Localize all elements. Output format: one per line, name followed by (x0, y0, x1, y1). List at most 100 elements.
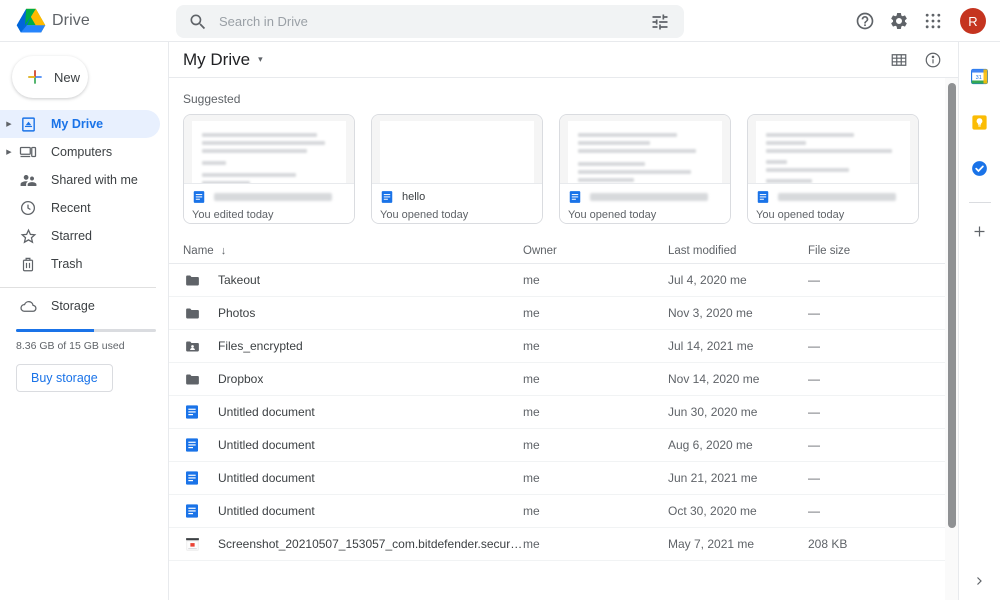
google-calendar-button[interactable]: 31 (964, 60, 996, 92)
gear-icon (891, 12, 907, 29)
settings-button[interactable] (882, 4, 916, 38)
table-row[interactable]: Takeout me Jul 4, 2020 me — (169, 264, 958, 297)
google-calendar-icon: 31 (971, 68, 988, 84)
cell-last-modified: Oct 30, 2020 me (668, 504, 757, 518)
cell-name: Dropbox (183, 370, 523, 388)
google-docs-icon (186, 405, 198, 419)
folder-icon (185, 374, 199, 384)
cloud-icon (18, 296, 38, 316)
google-keep-icon (972, 114, 987, 130)
avatar[interactable]: R (960, 8, 986, 34)
cell-owner: me (523, 306, 540, 320)
card-thumbnail (372, 115, 542, 183)
table-row[interactable]: Photos me Nov 3, 2020 me — (169, 297, 958, 330)
google-drive-window: Drive Search in Drive R New ▶ My Drive ▶… (0, 0, 1000, 600)
sidebar-item-recent[interactable]: Recent (0, 194, 160, 222)
cell-name: Screenshot_20210507_153057_com.bitdefend… (183, 535, 523, 553)
sidebar-item-shared-with-me[interactable]: Shared with me (0, 166, 160, 194)
table-row[interactable]: Untitled document me Jun 30, 2020 me — (169, 396, 958, 429)
main-content: My Drive ▾ Suggested You edited today he… (168, 42, 958, 600)
breadcrumb[interactable]: My Drive (183, 50, 250, 70)
expand-rail-button[interactable] (968, 570, 990, 592)
file-name-label: Untitled document (218, 405, 315, 419)
google-tasks-button[interactable] (964, 152, 996, 184)
vertical-scrollbar[interactable] (945, 78, 958, 600)
column-header-owner[interactable]: Owner (523, 245, 668, 257)
card-title (590, 193, 708, 201)
column-header-name[interactable]: Name ↓ (183, 245, 523, 257)
chevron-down-icon[interactable]: ▾ (258, 54, 263, 65)
top-bar: Drive Search in Drive R (0, 0, 1000, 42)
cell-last-modified: Jun 30, 2020 me (668, 405, 758, 419)
drive-brand-label: Drive (52, 11, 90, 29)
preview-line (766, 160, 788, 164)
suggested-card[interactable]: hello You opened today (371, 114, 543, 224)
table-row[interactable]: Dropbox me Nov 14, 2020 me — (169, 363, 958, 396)
buy-storage-button[interactable]: Buy storage (16, 364, 113, 392)
expand-caret-icon[interactable]: ▶ (0, 148, 18, 156)
card-subtitle: You edited today (192, 209, 274, 221)
folder-icon (185, 308, 199, 318)
card-title (214, 193, 332, 201)
card-footer: You opened today (560, 183, 730, 223)
details-info-button[interactable] (916, 43, 950, 77)
sidebar-item-label: Recent (51, 201, 91, 215)
preview-line (766, 133, 855, 137)
sidebar-item-computers[interactable]: ▶ Computers (0, 138, 160, 166)
google-docs-icon (186, 504, 198, 518)
table-row[interactable]: Files_encrypted me Jul 14, 2021 me — (169, 330, 958, 363)
file-table: Name ↓ Owner Last modified File size Tak… (169, 238, 958, 561)
preview-line (578, 141, 651, 145)
card-footer: hello You opened today (372, 183, 542, 223)
cell-file-size: — (808, 372, 820, 386)
rail-divider (968, 202, 991, 203)
card-title: hello (402, 191, 426, 203)
table-row[interactable]: Screenshot_20210507_153057_com.bitdefend… (169, 528, 958, 561)
cell-file-size: — (808, 504, 820, 518)
file-name-label: Photos (218, 306, 256, 320)
search-input[interactable] (219, 14, 650, 29)
tune-icon[interactable] (650, 12, 670, 32)
sidebar-item-starred[interactable]: Starred (0, 222, 160, 250)
expand-caret-icon[interactable]: ▶ (0, 120, 18, 128)
google-keep-button[interactable] (964, 106, 996, 138)
google-tasks-icon (972, 160, 987, 176)
suggested-card[interactable]: You edited today (183, 114, 355, 224)
suggested-card[interactable]: You opened today (559, 114, 731, 224)
preview-line (578, 170, 691, 174)
column-header-last-modified[interactable]: Last modified (668, 245, 808, 257)
sidebar-item-trash[interactable]: Trash (0, 250, 160, 278)
grid-view-icon (891, 53, 907, 66)
search-icon (190, 14, 206, 29)
computers-icon (18, 142, 38, 162)
sidebar-item-my-drive[interactable]: ▶ My Drive (0, 110, 160, 138)
new-button[interactable]: New (12, 56, 88, 98)
folder-shared-icon (183, 337, 201, 355)
folder-icon (185, 275, 199, 285)
table-row[interactable]: Untitled document me Jun 21, 2021 me — (169, 462, 958, 495)
scrollbar-thumb[interactable] (948, 83, 956, 528)
cell-file-size: — (808, 405, 820, 419)
cell-name: Untitled document (183, 403, 523, 421)
image-icon (183, 535, 201, 553)
add-app-button[interactable] (964, 215, 996, 247)
column-header-name-label: Name (183, 244, 214, 257)
sidebar-item-storage[interactable]: Storage (0, 292, 160, 320)
table-row[interactable]: Untitled document me Oct 30, 2020 me — (169, 495, 958, 528)
sidebar-item-label: My Drive (51, 117, 104, 131)
svg-text:31: 31 (976, 75, 982, 81)
search-bar[interactable] (176, 5, 684, 38)
cell-file-size: — (808, 339, 820, 353)
help-button[interactable] (848, 4, 882, 38)
table-row[interactable]: Untitled document me Aug 6, 2020 me — (169, 429, 958, 462)
drive-brand[interactable]: Drive (0, 8, 165, 34)
sidebar-item-label: Trash (51, 257, 83, 271)
grid-view-button[interactable] (882, 43, 916, 77)
google-apps-button[interactable] (916, 4, 950, 38)
cell-owner: me (523, 438, 540, 452)
folder-icon (183, 304, 201, 322)
column-header-file-size[interactable]: File size (808, 245, 908, 257)
preview-line (766, 141, 807, 145)
suggested-card[interactable]: You opened today (747, 114, 919, 224)
help-circle-icon (856, 12, 874, 30)
